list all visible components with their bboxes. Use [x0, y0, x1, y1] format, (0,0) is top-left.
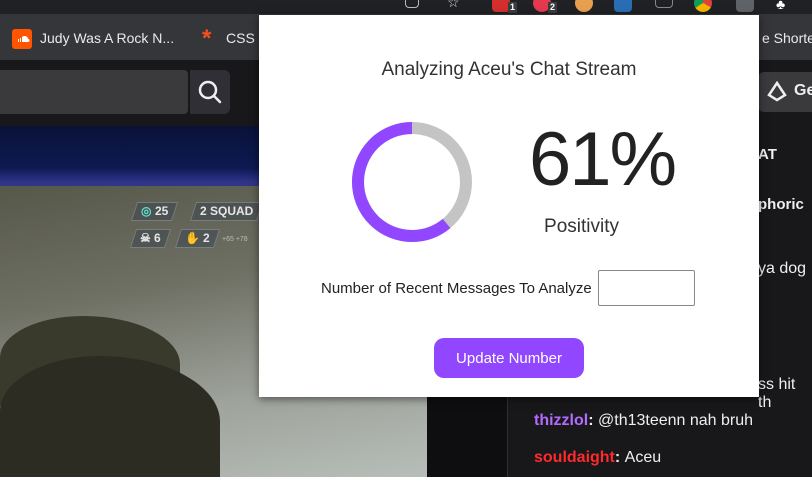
- hud-small-readout: +65 +78: [222, 236, 248, 243]
- bookmark-label: e Shorte: [762, 30, 812, 46]
- update-number-button[interactable]: Update Number: [434, 338, 584, 378]
- chat-username[interactable]: thizzlol: [534, 412, 588, 429]
- hud-squad-label-text: 2 SQUAD: [200, 204, 254, 218]
- chat-colon: :: [588, 412, 598, 429]
- chat-username-peek: phoric: [758, 196, 804, 213]
- chat-message-text: Aceu: [624, 449, 662, 466]
- chat-username[interactable]: souldaight: [534, 449, 615, 466]
- positivity-percent: 61%: [529, 117, 677, 202]
- hud-squad-label: 2 SQUAD: [189, 202, 264, 221]
- skull-icon: ☠: [140, 231, 151, 245]
- asterisk-icon: *: [202, 25, 212, 53]
- bits-icon: [767, 81, 787, 102]
- handshake-icon: ✋: [185, 231, 200, 245]
- sentiment-popup: Analyzing Aceu's Chat Stream 61% Positiv…: [259, 15, 759, 397]
- extension-gray-icon[interactable]: [736, 0, 754, 12]
- positivity-label: Positivity: [544, 216, 619, 237]
- extensions-bar: ☆ 1 2 ♣: [0, 0, 812, 14]
- bookmark-label: Judy Was A Rock N...: [40, 30, 175, 46]
- bookmark-label: CSS: [226, 30, 255, 46]
- extension-glasses-icon[interactable]: [614, 0, 632, 12]
- chat-message-peek: ss hit th: [758, 376, 796, 411]
- hud-kills: ☠ 6: [129, 229, 171, 248]
- messages-count-label: Number of Recent Messages To Analyze: [321, 280, 592, 297]
- positivity-donut-chart: [352, 122, 472, 242]
- popup-title: Analyzing Aceu's Chat Stream: [381, 59, 637, 80]
- hud-assists: ✋ 2: [174, 229, 221, 248]
- chat-message-peek: ya dog: [758, 260, 807, 277]
- puzzle-icon[interactable]: ♣: [776, 0, 794, 14]
- extension-face-icon[interactable]: [575, 0, 593, 12]
- chat-colon: :: [614, 449, 625, 466]
- bookmark-shortcuts[interactable]: e Shorte: [762, 28, 812, 48]
- chat-message: thizzlol: @th13teenn nah bruh: [534, 412, 753, 430]
- search-icon: [198, 80, 222, 104]
- mail-icon[interactable]: [655, 0, 673, 8]
- messages-count-input[interactable]: [598, 270, 695, 306]
- get-bits-label: Ge: [794, 82, 812, 99]
- hud-assists-value: 2: [203, 231, 210, 245]
- hud-squads-remaining: ◎ 25: [130, 202, 179, 221]
- chat-message: souldaight: Aceu: [534, 449, 661, 467]
- bookmark-star-icon[interactable]: ☆: [447, 0, 465, 12]
- window-icon[interactable]: [405, 0, 419, 8]
- chat-message-text: @th13teenn nah bruh: [598, 412, 754, 429]
- hud-squad-count: 25: [154, 204, 169, 218]
- search-button[interactable]: [190, 70, 230, 114]
- search-input[interactable]: [0, 70, 188, 114]
- hud-kills-value: 6: [154, 231, 161, 245]
- get-bits-button[interactable]: Ge: [758, 72, 812, 112]
- squad-icon: ◎: [141, 204, 152, 218]
- chat-header-title: AT: [758, 146, 777, 163]
- bookmark-css[interactable]: * CSS: [202, 25, 255, 53]
- soundcloud-icon: [12, 29, 32, 50]
- chrome-icon[interactable]: [694, 0, 712, 12]
- extension-badge: 2: [548, 2, 558, 13]
- bookmark-judy-was-a-rock[interactable]: Judy Was A Rock N...: [12, 28, 175, 50]
- extension-badge: 1: [508, 2, 518, 13]
